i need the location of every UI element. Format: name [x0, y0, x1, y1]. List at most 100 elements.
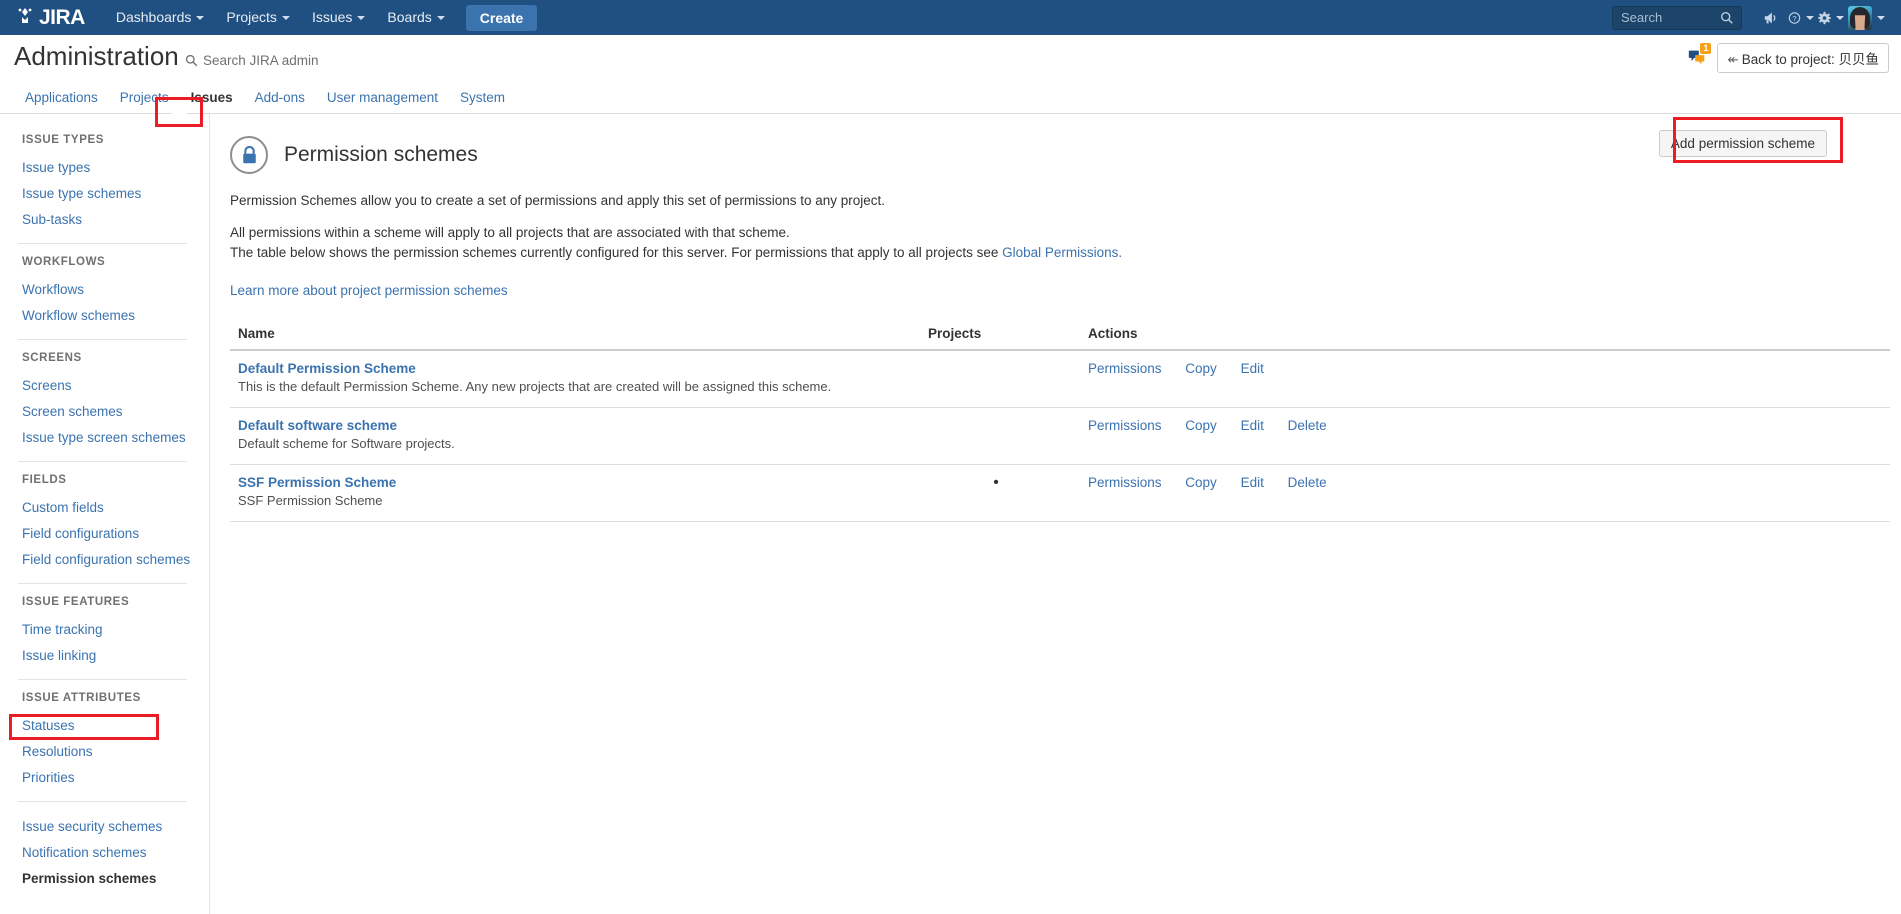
nav-boards[interactable]: Boards: [376, 0, 455, 35]
search-icon[interactable]: [1720, 11, 1734, 25]
sidebar-group-title: ISSUE FEATURES: [22, 596, 130, 608]
help-icon[interactable]: ?: [1788, 0, 1814, 35]
sidebar-item-issue-types[interactable]: Issue types: [0, 155, 209, 181]
permission-schemes-table: Name Projects Actions Default Permission…: [230, 322, 1890, 522]
global-search-box[interactable]: [1612, 5, 1742, 30]
scheme-description: Default scheme for Software projects.: [238, 436, 455, 451]
sidebar-group-fields: FIELDS Custom fields Field configuration…: [0, 474, 209, 573]
tab-applications[interactable]: Applications: [14, 83, 109, 113]
nav-dashboards[interactable]: Dashboards: [105, 0, 216, 35]
sidebar-item-issue-type-schemes[interactable]: Issue type schemes: [0, 181, 209, 207]
notifications-icon[interactable]: 1: [1687, 42, 1712, 70]
user-profile-menu[interactable]: [1848, 0, 1885, 35]
cell-projects: [920, 350, 1080, 408]
action-permissions[interactable]: Permissions: [1088, 361, 1162, 376]
sidebar-item-workflows[interactable]: Workflows: [0, 277, 209, 303]
sidebar-item-permission-schemes[interactable]: Permission schemes: [0, 866, 209, 892]
sidebar-item-sub-tasks[interactable]: Sub-tasks: [0, 207, 209, 233]
sidebar-item-issue-type-screen-schemes[interactable]: Issue type screen schemes: [0, 425, 209, 451]
back-to-project-label: Back to project: 贝贝鱼: [1741, 52, 1879, 67]
column-header-name: Name: [230, 322, 920, 351]
sidebar-divider: [18, 679, 187, 680]
action-permissions[interactable]: Permissions: [1088, 418, 1162, 433]
sidebar-item-resolutions[interactable]: Resolutions: [0, 739, 209, 765]
sidebar-item-screen-schemes[interactable]: Screen schemes: [0, 399, 209, 425]
tab-addons[interactable]: Add-ons: [244, 83, 316, 113]
sidebar-group-schemes: Issue security schemes Notification sche…: [0, 814, 209, 892]
sidebar-item-workflow-schemes[interactable]: Workflow schemes: [0, 303, 209, 329]
scheme-link-default-software-scheme[interactable]: Default software scheme: [238, 418, 912, 433]
action-edit[interactable]: Edit: [1241, 418, 1264, 433]
chevron-down-icon: [436, 16, 445, 21]
active-tab-arrow-icon: [171, 113, 187, 121]
project-bullet: •: [993, 474, 999, 491]
sidebar-group-issue-features: ISSUE FEATURES Time tracking Issue linki…: [0, 596, 209, 669]
description-paragraph-1: Permission Schemes allow you to create a…: [230, 193, 886, 208]
avatar[interactable]: [1848, 5, 1872, 30]
sidebar-group-title: WORKFLOWS: [22, 256, 106, 268]
chevron-down-icon: [1836, 15, 1844, 20]
nav-issues[interactable]: Issues: [301, 0, 376, 35]
sidebar-item-field-configuration-schemes[interactable]: Field configuration schemes: [0, 547, 209, 573]
sidebar-item-statuses[interactable]: Statuses: [0, 713, 209, 739]
cell-projects: [920, 407, 1080, 465]
sidebar-item-time-tracking[interactable]: Time tracking: [0, 617, 209, 643]
back-to-project-button[interactable]: ↞ Back to project: 贝贝鱼: [1717, 43, 1889, 73]
tab-user-management[interactable]: User management: [316, 83, 449, 113]
action-delete[interactable]: Delete: [1288, 418, 1327, 433]
sidebar-divider: [18, 461, 187, 462]
nav-dashboards-label: Dashboards: [115, 9, 192, 25]
global-nav-right-group: ?: [1612, 0, 1893, 35]
sidebar-item-notification-schemes[interactable]: Notification schemes: [0, 840, 209, 866]
chevron-down-icon: [1806, 15, 1814, 20]
global-permissions-link[interactable]: Global Permissions.: [1002, 245, 1122, 260]
column-header-actions: Actions: [1080, 322, 1890, 351]
action-permissions[interactable]: Permissions: [1088, 475, 1162, 490]
global-navigation-bar: JIRA Dashboards Projects Issues Boards C…: [0, 0, 1901, 35]
tab-issues[interactable]: Issues: [180, 83, 244, 113]
sidebar-item-screens[interactable]: Screens: [0, 373, 209, 399]
scheme-link-ssf-permission-scheme[interactable]: SSF Permission Scheme: [238, 475, 912, 490]
tab-projects[interactable]: Projects: [109, 83, 180, 113]
tab-system[interactable]: System: [449, 83, 516, 113]
sidebar-item-issue-security-schemes[interactable]: Issue security schemes: [0, 814, 209, 840]
settings-gear-icon[interactable]: [1818, 0, 1844, 35]
scheme-link-default-permission-scheme[interactable]: Default Permission Scheme: [238, 361, 912, 376]
main-content: Permission schemes Permission Schemes al…: [210, 114, 1901, 914]
action-edit[interactable]: Edit: [1241, 475, 1264, 490]
page-header: Permission schemes: [230, 136, 1901, 174]
sidebar-divider: [18, 801, 187, 802]
jira-logo[interactable]: JIRA: [14, 6, 85, 30]
sidebar-item-field-configurations[interactable]: Field configurations: [0, 521, 209, 547]
sidebar-item-priorities[interactable]: Priorities: [0, 765, 209, 791]
search-input[interactable]: [1613, 9, 1713, 26]
table-row: SSF Permission Scheme SSF Permission Sch…: [230, 464, 1890, 522]
description-paragraph-3-text: The table below shows the permission sch…: [230, 245, 1003, 260]
lock-icon: [230, 136, 268, 174]
cell-name: Default software scheme Default scheme f…: [230, 407, 920, 465]
sidebar-group-issue-types: ISSUE TYPES Issue types Issue type schem…: [0, 134, 209, 233]
sidebar-item-issue-linking[interactable]: Issue linking: [0, 643, 209, 669]
action-delete[interactable]: Delete: [1288, 475, 1327, 490]
nav-projects-label: Projects: [226, 9, 277, 25]
sidebar-item-custom-fields[interactable]: Custom fields: [0, 495, 209, 521]
create-button[interactable]: Create: [465, 4, 538, 31]
chevron-down-icon: [357, 16, 366, 21]
action-copy[interactable]: Copy: [1185, 361, 1217, 376]
admin-search[interactable]: Search JIRA admin: [185, 53, 319, 68]
sidebar-group-screens: SCREENS Screens Screen schemes Issue typ…: [0, 352, 209, 451]
cell-actions: Permissions Copy Edit: [1080, 350, 1890, 408]
nav-projects[interactable]: Projects: [215, 0, 301, 35]
nav-boards-label: Boards: [387, 9, 432, 25]
megaphone-icon[interactable]: [1758, 0, 1784, 35]
back-arrow-icon: ↞: [1727, 52, 1739, 67]
description-paragraph-3: The table below shows the permission sch…: [230, 244, 1901, 262]
chevron-down-icon: [281, 16, 290, 21]
description-paragraph-2: All permissions within a scheme will app…: [230, 225, 790, 240]
action-edit[interactable]: Edit: [1241, 361, 1264, 376]
learn-more-link[interactable]: Learn more about project permission sche…: [230, 283, 508, 298]
action-copy[interactable]: Copy: [1185, 475, 1217, 490]
add-permission-scheme-button[interactable]: Add permission scheme: [1658, 130, 1827, 157]
chevron-down-icon: [1877, 15, 1885, 20]
action-copy[interactable]: Copy: [1185, 418, 1217, 433]
